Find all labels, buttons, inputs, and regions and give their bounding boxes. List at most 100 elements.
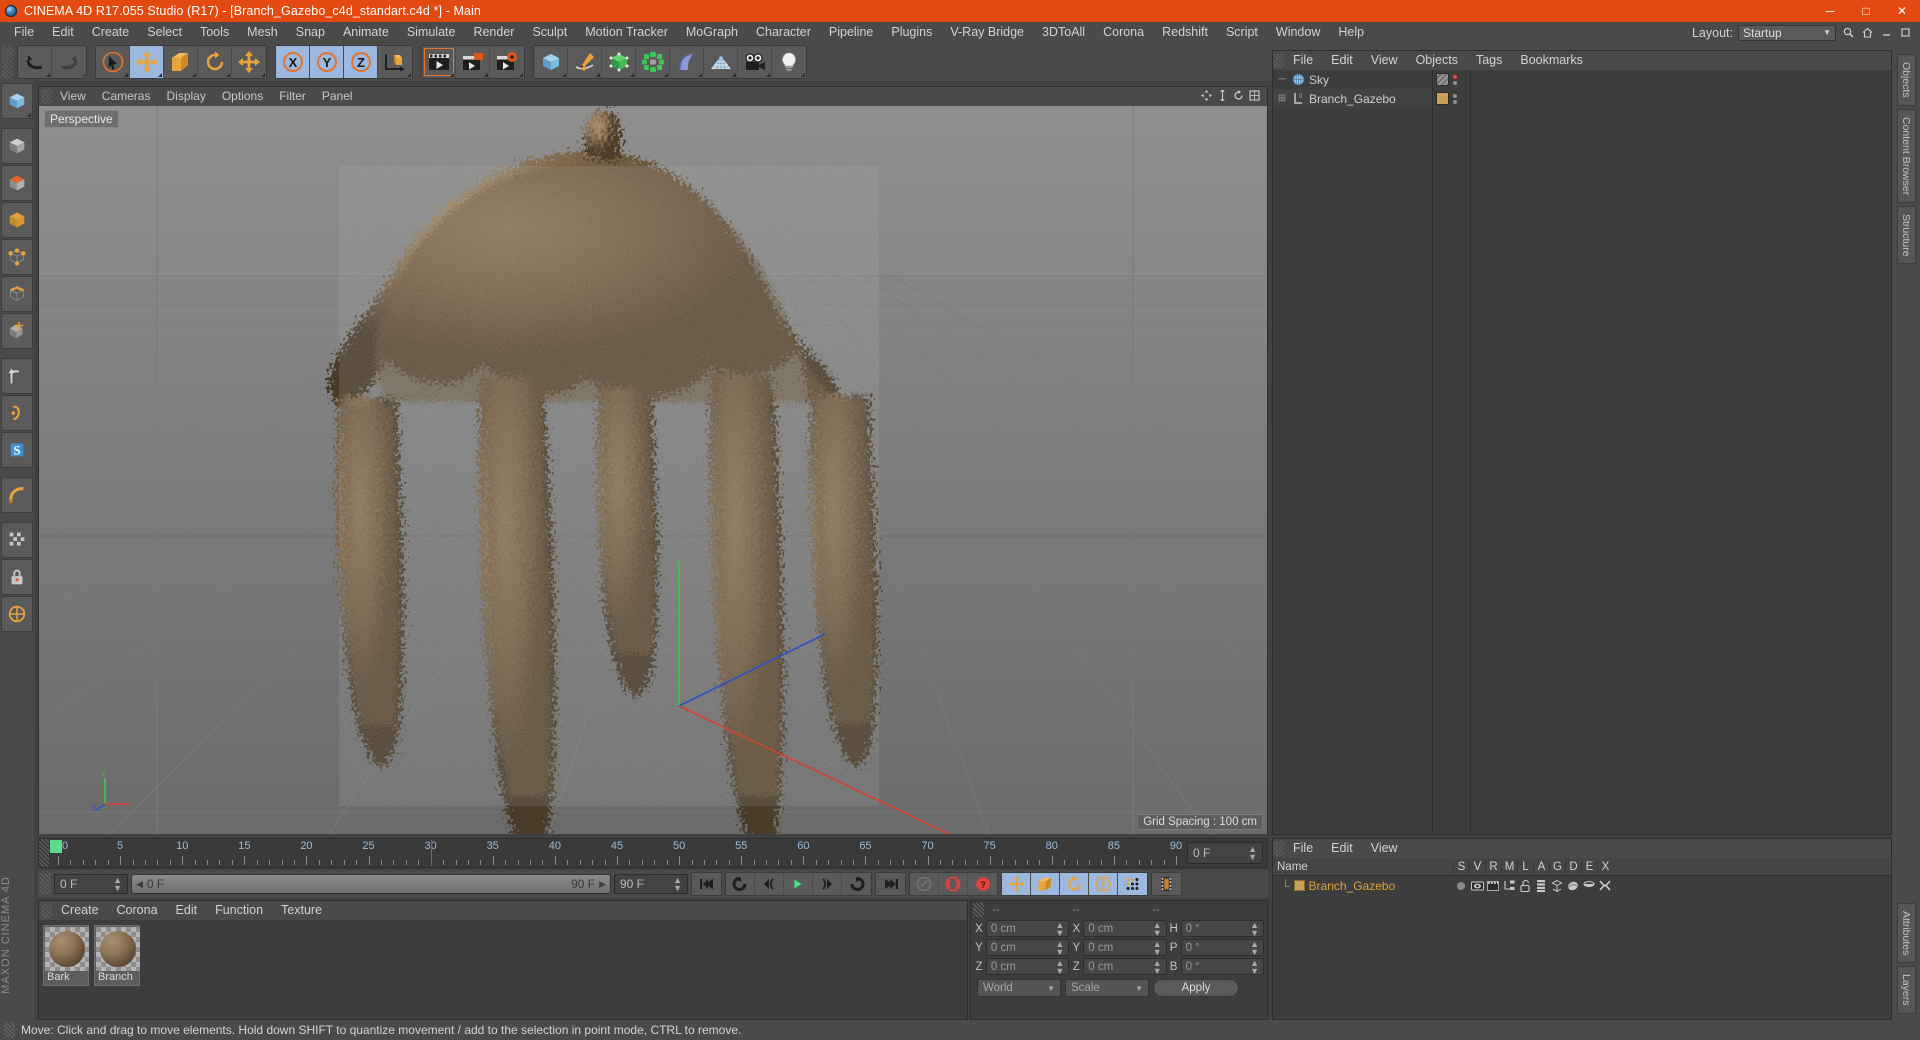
size-x-input[interactable]: 0 cm ▲ ▼ bbox=[1083, 920, 1167, 937]
polygon-mode-button[interactable] bbox=[1, 202, 33, 238]
structure-menu-edit[interactable]: Edit bbox=[1322, 839, 1362, 858]
spinner-icon[interactable]: ▲ ▼ bbox=[1055, 939, 1064, 956]
menu-create[interactable]: Create bbox=[83, 22, 139, 43]
dock-tab-layers[interactable]: Layers bbox=[1896, 966, 1916, 1014]
editor-visibility-dot[interactable] bbox=[1453, 93, 1457, 98]
menu-file[interactable]: File bbox=[5, 22, 43, 43]
record-scale-button[interactable] bbox=[1031, 873, 1060, 895]
menu-simulate[interactable]: Simulate bbox=[398, 22, 465, 43]
object-menu-edit[interactable]: Edit bbox=[1322, 51, 1362, 70]
move-duplicate-button[interactable] bbox=[232, 46, 266, 78]
object-manager-grip[interactable] bbox=[1273, 53, 1284, 68]
viewport-menu-panel[interactable]: Panel bbox=[314, 87, 361, 106]
cell-r-render-clapper-icon[interactable] bbox=[1485, 880, 1501, 891]
current-frame-field[interactable]: 0 F ▲ ▼ bbox=[54, 874, 128, 894]
spinner-icon[interactable]: ▲ ▼ bbox=[1250, 939, 1259, 956]
object-axis-mode-button[interactable] bbox=[1, 313, 33, 349]
object-manager-empty-area[interactable] bbox=[1471, 70, 1891, 834]
timeline-current-marker[interactable] bbox=[50, 840, 62, 853]
timeline-frame-field[interactable]: 0 F ▲ ▼ bbox=[1187, 842, 1263, 864]
record-position-button[interactable] bbox=[1002, 873, 1031, 895]
dock-tab-content-browser[interactable]: Content Browser bbox=[1896, 108, 1916, 203]
enable-axis-button[interactable] bbox=[1, 358, 33, 394]
workplane-axis-button[interactable] bbox=[1, 596, 33, 632]
cell-v-eye-icon[interactable] bbox=[1469, 881, 1485, 891]
material-menu-create[interactable]: Create bbox=[52, 901, 108, 920]
column-header-g[interactable]: G bbox=[1549, 860, 1565, 873]
make-editable-button[interactable] bbox=[1, 83, 33, 119]
spinner-icon[interactable]: ▲ ▼ bbox=[1055, 958, 1064, 975]
menu-window[interactable]: Window bbox=[1267, 22, 1329, 43]
dock-tab-objects[interactable]: Objects bbox=[1896, 54, 1916, 106]
column-header-v[interactable]: V bbox=[1469, 860, 1485, 873]
scale-view-icon[interactable] bbox=[1216, 89, 1229, 102]
structure-menu-view[interactable]: View bbox=[1362, 839, 1407, 858]
column-header-s[interactable]: S bbox=[1453, 860, 1469, 873]
spinner-icon[interactable]: ▲ ▼ bbox=[1153, 939, 1162, 956]
viewport-menu-cameras[interactable]: Cameras bbox=[94, 87, 159, 106]
point-mode-button[interactable] bbox=[1, 239, 33, 275]
material-item-bark[interactable]: Bark bbox=[43, 925, 89, 986]
cell-x-xpresso-icon[interactable] bbox=[1597, 880, 1613, 891]
undo-button[interactable] bbox=[18, 46, 52, 78]
object-item-branch-gazebo[interactable]: ⊞ 0 Branch_Gazebo bbox=[1273, 89, 1432, 108]
column-header-d[interactable]: D bbox=[1565, 860, 1581, 873]
object-menu-view[interactable]: View bbox=[1362, 51, 1407, 70]
workplane-button[interactable]: S bbox=[1, 432, 33, 468]
menu-sculpt[interactable]: Sculpt bbox=[523, 22, 576, 43]
spinner-icon[interactable]: ▲ ▼ bbox=[1250, 920, 1259, 937]
column-header-a[interactable]: A bbox=[1533, 860, 1549, 873]
menu-edit[interactable]: Edit bbox=[43, 22, 83, 43]
minimize-button[interactable]: ─ bbox=[1812, 0, 1848, 22]
add-cube-button[interactable] bbox=[534, 46, 568, 78]
record-active-objects-button[interactable] bbox=[910, 873, 939, 895]
spinner-icon[interactable]: ▲ ▼ bbox=[1250, 958, 1259, 975]
position-z-input[interactable]: 0 cm ▲ ▼ bbox=[985, 958, 1070, 975]
viewport-menu-display[interactable]: Display bbox=[158, 87, 213, 106]
menu-tools[interactable]: Tools bbox=[191, 22, 238, 43]
rotation-p-input[interactable]: 0 ° ▲ ▼ bbox=[1180, 939, 1264, 956]
material-menu-texture[interactable]: Texture bbox=[272, 901, 331, 920]
menu-help[interactable]: Help bbox=[1329, 22, 1373, 43]
lock-y-button[interactable]: Y bbox=[310, 46, 344, 78]
minimize-icon[interactable] bbox=[1879, 26, 1893, 40]
timeline-view-button[interactable] bbox=[1152, 873, 1181, 895]
viewport-camera-label[interactable]: Perspective bbox=[44, 110, 119, 128]
material-item-branch[interactable]: Branch bbox=[94, 925, 140, 986]
rotate-view-icon[interactable] bbox=[1232, 89, 1245, 102]
size-z-input[interactable]: 0 cm ▲ ▼ bbox=[1083, 958, 1167, 975]
search-icon[interactable] bbox=[1841, 26, 1855, 40]
coordinates-grip[interactable] bbox=[973, 903, 984, 917]
menu-mograph[interactable]: MoGraph bbox=[677, 22, 747, 43]
cell-e-cap-icon[interactable] bbox=[1581, 880, 1597, 891]
size-y-input[interactable]: 0 cm ▲ ▼ bbox=[1083, 939, 1167, 956]
viewport-menu-view[interactable]: View bbox=[52, 87, 94, 106]
editor-visibility-dot[interactable] bbox=[1453, 74, 1457, 79]
column-header-e[interactable]: E bbox=[1581, 860, 1597, 873]
lock-x-button[interactable]: X bbox=[276, 46, 310, 78]
object-menu-bookmarks[interactable]: Bookmarks bbox=[1511, 51, 1592, 70]
column-header-m[interactable]: M bbox=[1501, 860, 1517, 873]
add-generator-button[interactable] bbox=[602, 46, 636, 78]
expand-toggle-icon[interactable]: ⊞ bbox=[1276, 93, 1288, 104]
close-button[interactable]: ✕ bbox=[1884, 0, 1920, 22]
rotation-h-input[interactable]: 0 ° ▲ ▼ bbox=[1180, 920, 1264, 937]
spinner-icon[interactable]: ▲ ▼ bbox=[1153, 958, 1162, 975]
edge-mode-button[interactable] bbox=[1, 276, 33, 312]
layout-dropdown[interactable]: Startup ▼ bbox=[1738, 24, 1836, 41]
material-manager-grip[interactable] bbox=[41, 903, 52, 918]
viewport-grip[interactable] bbox=[41, 89, 52, 104]
menu-corona[interactable]: Corona bbox=[1094, 22, 1153, 43]
model-mode-button[interactable] bbox=[1, 128, 33, 164]
menu-snap[interactable]: Snap bbox=[287, 22, 334, 43]
max-frame-field[interactable]: 90 F ▲ ▼ bbox=[614, 874, 688, 894]
cell-m-hierarchy-icon[interactable] bbox=[1501, 880, 1517, 891]
snap-magnet-button[interactable] bbox=[1, 477, 33, 513]
toolbar-grip[interactable] bbox=[2, 45, 13, 79]
render-visibility-dot[interactable] bbox=[1453, 80, 1457, 85]
status-bar-grip[interactable] bbox=[4, 1022, 15, 1038]
sky-material-tag[interactable] bbox=[1436, 73, 1449, 86]
menu-3dtoall[interactable]: 3DToAll bbox=[1033, 22, 1094, 43]
column-header-l[interactable]: L bbox=[1517, 860, 1533, 873]
next-key-button[interactable] bbox=[813, 873, 842, 895]
